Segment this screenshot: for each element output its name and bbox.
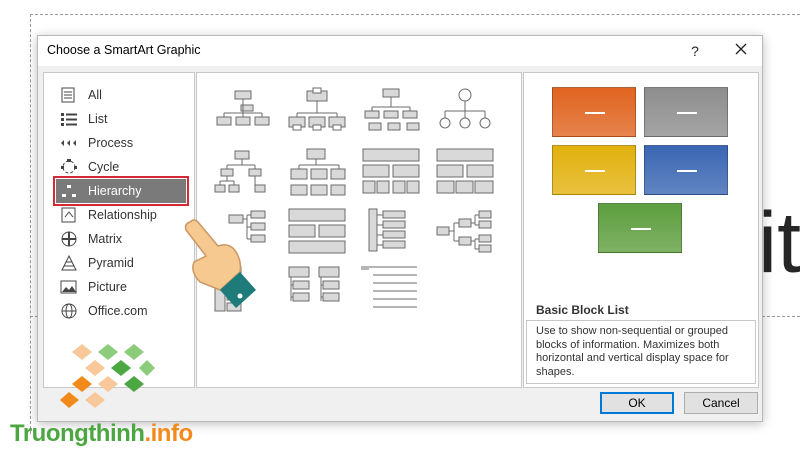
category-matrix[interactable]: Matrix [56, 227, 186, 251]
category-list-item[interactable]: List [56, 107, 186, 131]
layout-description: Use to show non-sequential or grouped bl… [526, 320, 756, 384]
category-label: Matrix [88, 232, 123, 246]
brand-logo-icon [60, 344, 155, 408]
category-label: Hierarchy [88, 184, 142, 198]
name-title-org-chart-layout[interactable] [285, 87, 349, 139]
category-label: Process [88, 136, 134, 150]
relationship-icon [60, 207, 78, 223]
preview-block-yellow [552, 145, 636, 195]
slide-text: it [758, 195, 800, 291]
preview-block-orange [552, 87, 636, 137]
category-label: Picture [88, 280, 127, 294]
horizontal-block-layout[interactable] [433, 147, 497, 199]
two-column-hierarchy-layout[interactable] [285, 265, 349, 317]
dialog-titlebar: Choose a SmartArt Graphic ? [38, 36, 762, 66]
preview-block-blue [644, 145, 728, 195]
category-label: Relationship [88, 208, 157, 222]
brand-watermark: Truongthinh.info [10, 420, 193, 447]
cancel-button[interactable]: Cancel [684, 392, 758, 414]
hierarchy-list-layout[interactable] [359, 207, 423, 259]
category-label: Pyramid [88, 256, 134, 270]
hierarchy-icon [60, 183, 78, 199]
table-hierarchy-layout[interactable] [359, 147, 423, 199]
category-label: Office.com [88, 304, 148, 318]
slide-border-left [30, 14, 31, 434]
preview-block-gray [644, 87, 728, 137]
labeled-hierarchy-layout[interactable] [285, 147, 349, 199]
horizontal-multi-level-layout[interactable] [285, 207, 349, 259]
picture-icon [60, 279, 78, 295]
preview-block-green [598, 203, 682, 253]
half-circle-org-chart-layout[interactable] [359, 87, 423, 139]
pointing-hand-icon [184, 219, 256, 308]
list-icon [60, 111, 78, 127]
category-relationship[interactable]: Relationship [56, 203, 186, 227]
category-process[interactable]: Process [56, 131, 186, 155]
layout-name: Basic Block List [536, 303, 629, 317]
category-office-com[interactable]: Office.com [56, 299, 186, 323]
ok-button[interactable]: OK [600, 392, 674, 414]
process-icon [60, 135, 78, 151]
pyramid-icon [60, 254, 78, 271]
hierarchy-layout[interactable] [211, 147, 275, 199]
lined-list-layout[interactable] [359, 265, 423, 317]
category-hierarchy[interactable]: Hierarchy [53, 176, 189, 206]
matrix-icon [60, 231, 78, 247]
preview-pane: Basic Block List Use to show non-sequent… [523, 72, 759, 388]
category-cycle[interactable]: Cycle [56, 155, 186, 179]
close-icon[interactable] [728, 40, 754, 62]
category-label: List [88, 112, 108, 126]
help-button[interactable]: ? [684, 40, 706, 62]
category-label: Cycle [88, 160, 120, 174]
circle-picture-hierarchy-layout[interactable] [433, 87, 497, 139]
all-icon [60, 87, 78, 103]
category-picture[interactable]: Picture [56, 275, 186, 299]
category-all[interactable]: All [56, 83, 186, 107]
horizontal-hierarchy-layout[interactable] [433, 207, 497, 259]
org-chart-layout[interactable] [211, 87, 275, 139]
category-label: All [88, 88, 102, 102]
slide-border-top [30, 14, 800, 15]
cycle-icon [60, 159, 78, 175]
globe-icon [60, 303, 78, 319]
category-pyramid[interactable]: Pyramid [56, 251, 186, 275]
dialog-title: Choose a SmartArt Graphic [47, 43, 201, 57]
